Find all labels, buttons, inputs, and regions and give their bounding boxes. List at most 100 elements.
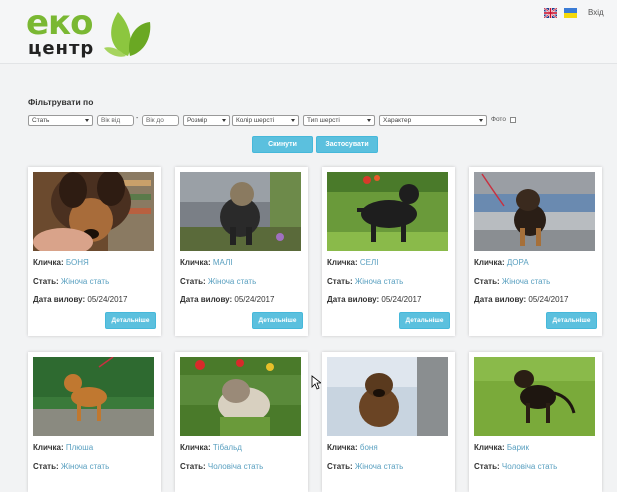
card-date-row: Дата вилову: 05/24/2017 <box>180 295 274 304</box>
logo-text-bottom: центр <box>28 38 95 59</box>
name-label: Кличка: <box>180 258 211 267</box>
dog-photo[interactable] <box>180 357 301 436</box>
date-label: Дата вилову: <box>180 295 233 304</box>
character-select-value: Характер <box>383 117 412 124</box>
sex-label: Стать: <box>474 277 500 286</box>
card-sex-row: Стать: Жіноча стать <box>327 277 403 286</box>
animal-card: Кличка: ДОРА Стать: Жіноча стать Дата ви… <box>469 167 602 336</box>
chevron-down-icon <box>479 119 483 122</box>
login-link[interactable]: Вхід <box>588 8 604 17</box>
catch-date: 05/24/2017 <box>87 295 128 304</box>
catch-date: 05/24/2017 <box>528 295 569 304</box>
animal-sex: Жіноча стать <box>207 277 257 286</box>
card-name-row: Кличка: МАЛІ <box>180 258 233 267</box>
animal-card: Кличка: СЕЛІ Стать: Жіноча стать Дата ви… <box>322 167 455 336</box>
color-select[interactable]: Колір шерсті <box>232 115 299 126</box>
sex-label: Стать: <box>327 277 353 286</box>
reset-button[interactable]: Скинути <box>252 136 313 153</box>
name-label: Кличка: <box>474 258 505 267</box>
age-to-input[interactable]: Вік до <box>142 115 179 126</box>
name-label: Кличка: <box>327 443 358 452</box>
details-button[interactable]: Детальніше <box>546 312 597 329</box>
fur-select-value: Тип шерсті <box>307 117 340 124</box>
catch-date: 05/24/2017 <box>234 295 275 304</box>
name-label: Кличка: <box>327 258 358 267</box>
card-sex-row: Стать: Жіноча стать <box>33 462 109 471</box>
date-label: Дата вилову: <box>327 295 380 304</box>
sex-select-value: Стать <box>32 117 50 124</box>
sex-label: Стать: <box>33 277 59 286</box>
character-select[interactable]: Характер <box>379 115 487 126</box>
card-sex-row: Стать: Чоловіча стать <box>180 462 263 471</box>
sex-label: Стать: <box>33 462 59 471</box>
animal-sex: Жіноча стать <box>354 462 404 471</box>
ua-flag-icon[interactable] <box>564 8 577 18</box>
animal-name: БОНЯ <box>65 258 89 267</box>
chevron-down-icon <box>291 119 295 122</box>
dog-photo[interactable] <box>327 172 448 251</box>
range-dash: - <box>136 115 139 122</box>
animal-card: Кличка: Плюша Стать: Жіноча стать <box>28 352 161 492</box>
card-date-row: Дата вилову: 05/24/2017 <box>474 295 568 304</box>
card-sex-row: Стать: Жіноча стать <box>180 277 256 286</box>
size-select[interactable]: Розмір <box>183 115 230 126</box>
animal-card: Кличка: Барик Стать: Чоловіча стать <box>469 352 602 492</box>
card-name-row: Кличка: Плюша <box>33 443 93 452</box>
card-name-row: Кличка: БОНЯ <box>33 258 89 267</box>
dog-photo[interactable] <box>474 172 595 251</box>
logo-text-top: еко <box>26 3 93 43</box>
sex-label: Стать: <box>180 462 206 471</box>
age-from-input[interactable]: Вік від <box>97 115 134 126</box>
card-sex-row: Стать: Чоловіча стать <box>474 462 557 471</box>
sex-label: Стать: <box>474 462 500 471</box>
animal-name: СЕЛІ <box>359 258 379 267</box>
details-button[interactable]: Детальніше <box>252 312 303 329</box>
dog-photo[interactable] <box>474 357 595 436</box>
uk-flag-icon[interactable] <box>544 8 557 18</box>
date-label: Дата вилову: <box>474 295 527 304</box>
dog-photo[interactable] <box>327 357 448 436</box>
card-date-row: Дата вилову: 05/24/2017 <box>33 295 127 304</box>
card-sex-row: Стать: Жіноча стать <box>474 277 550 286</box>
name-label: Кличка: <box>33 443 64 452</box>
details-button[interactable]: Детальніше <box>105 312 156 329</box>
sex-label: Стать: <box>327 462 353 471</box>
card-name-row: Кличка: СЕЛІ <box>327 258 378 267</box>
eco-center-logo[interactable]: еко центр <box>26 6 154 60</box>
animal-sex: Жіноча стать <box>60 277 110 286</box>
sex-label: Стать: <box>180 277 206 286</box>
animal-name: Барик <box>506 443 530 452</box>
details-button[interactable]: Детальніше <box>399 312 450 329</box>
animal-name: боня <box>359 443 378 452</box>
animal-sex: Жіноча стать <box>354 277 404 286</box>
filter-title: Фільтрувати по <box>28 97 94 107</box>
sex-select[interactable]: Стать <box>28 115 93 126</box>
animal-card: Кличка: МАЛІ Стать: Жіноча стать Дата ви… <box>175 167 308 336</box>
card-sex-row: Стать: Жіноча стать <box>33 277 109 286</box>
card-name-row: Кличка: Тібальд <box>180 443 242 452</box>
animal-sex: Жіноча стать <box>60 462 110 471</box>
name-label: Кличка: <box>474 443 505 452</box>
site-header: еко центр Вхід <box>0 0 617 64</box>
photo-checkbox[interactable] <box>510 117 516 123</box>
card-name-row: Кличка: ДОРА <box>474 258 529 267</box>
animal-card: Кличка: Тібальд Стать: Чоловіча стать <box>175 352 308 492</box>
mouse-cursor-icon <box>311 375 321 390</box>
chevron-down-icon <box>222 119 226 122</box>
dog-photo[interactable] <box>33 172 154 251</box>
name-label: Кличка: <box>33 258 64 267</box>
fur-select[interactable]: Тип шерсті <box>303 115 375 126</box>
chevron-down-icon <box>367 119 371 122</box>
animal-sex: Чоловіча стать <box>207 462 264 471</box>
color-select-value: Колір шерсті <box>236 117 275 124</box>
animal-name: МАЛІ <box>212 258 233 267</box>
card-date-row: Дата вилову: 05/24/2017 <box>327 295 421 304</box>
apply-button[interactable]: Застосувати <box>316 136 378 153</box>
dog-photo[interactable] <box>180 172 301 251</box>
dog-photo[interactable] <box>33 357 154 436</box>
animal-name: Плюша <box>65 443 94 452</box>
card-name-row: Кличка: Барик <box>474 443 529 452</box>
catch-date: 05/24/2017 <box>381 295 422 304</box>
card-name-row: Кличка: боня <box>327 443 378 452</box>
name-label: Кличка: <box>180 443 211 452</box>
